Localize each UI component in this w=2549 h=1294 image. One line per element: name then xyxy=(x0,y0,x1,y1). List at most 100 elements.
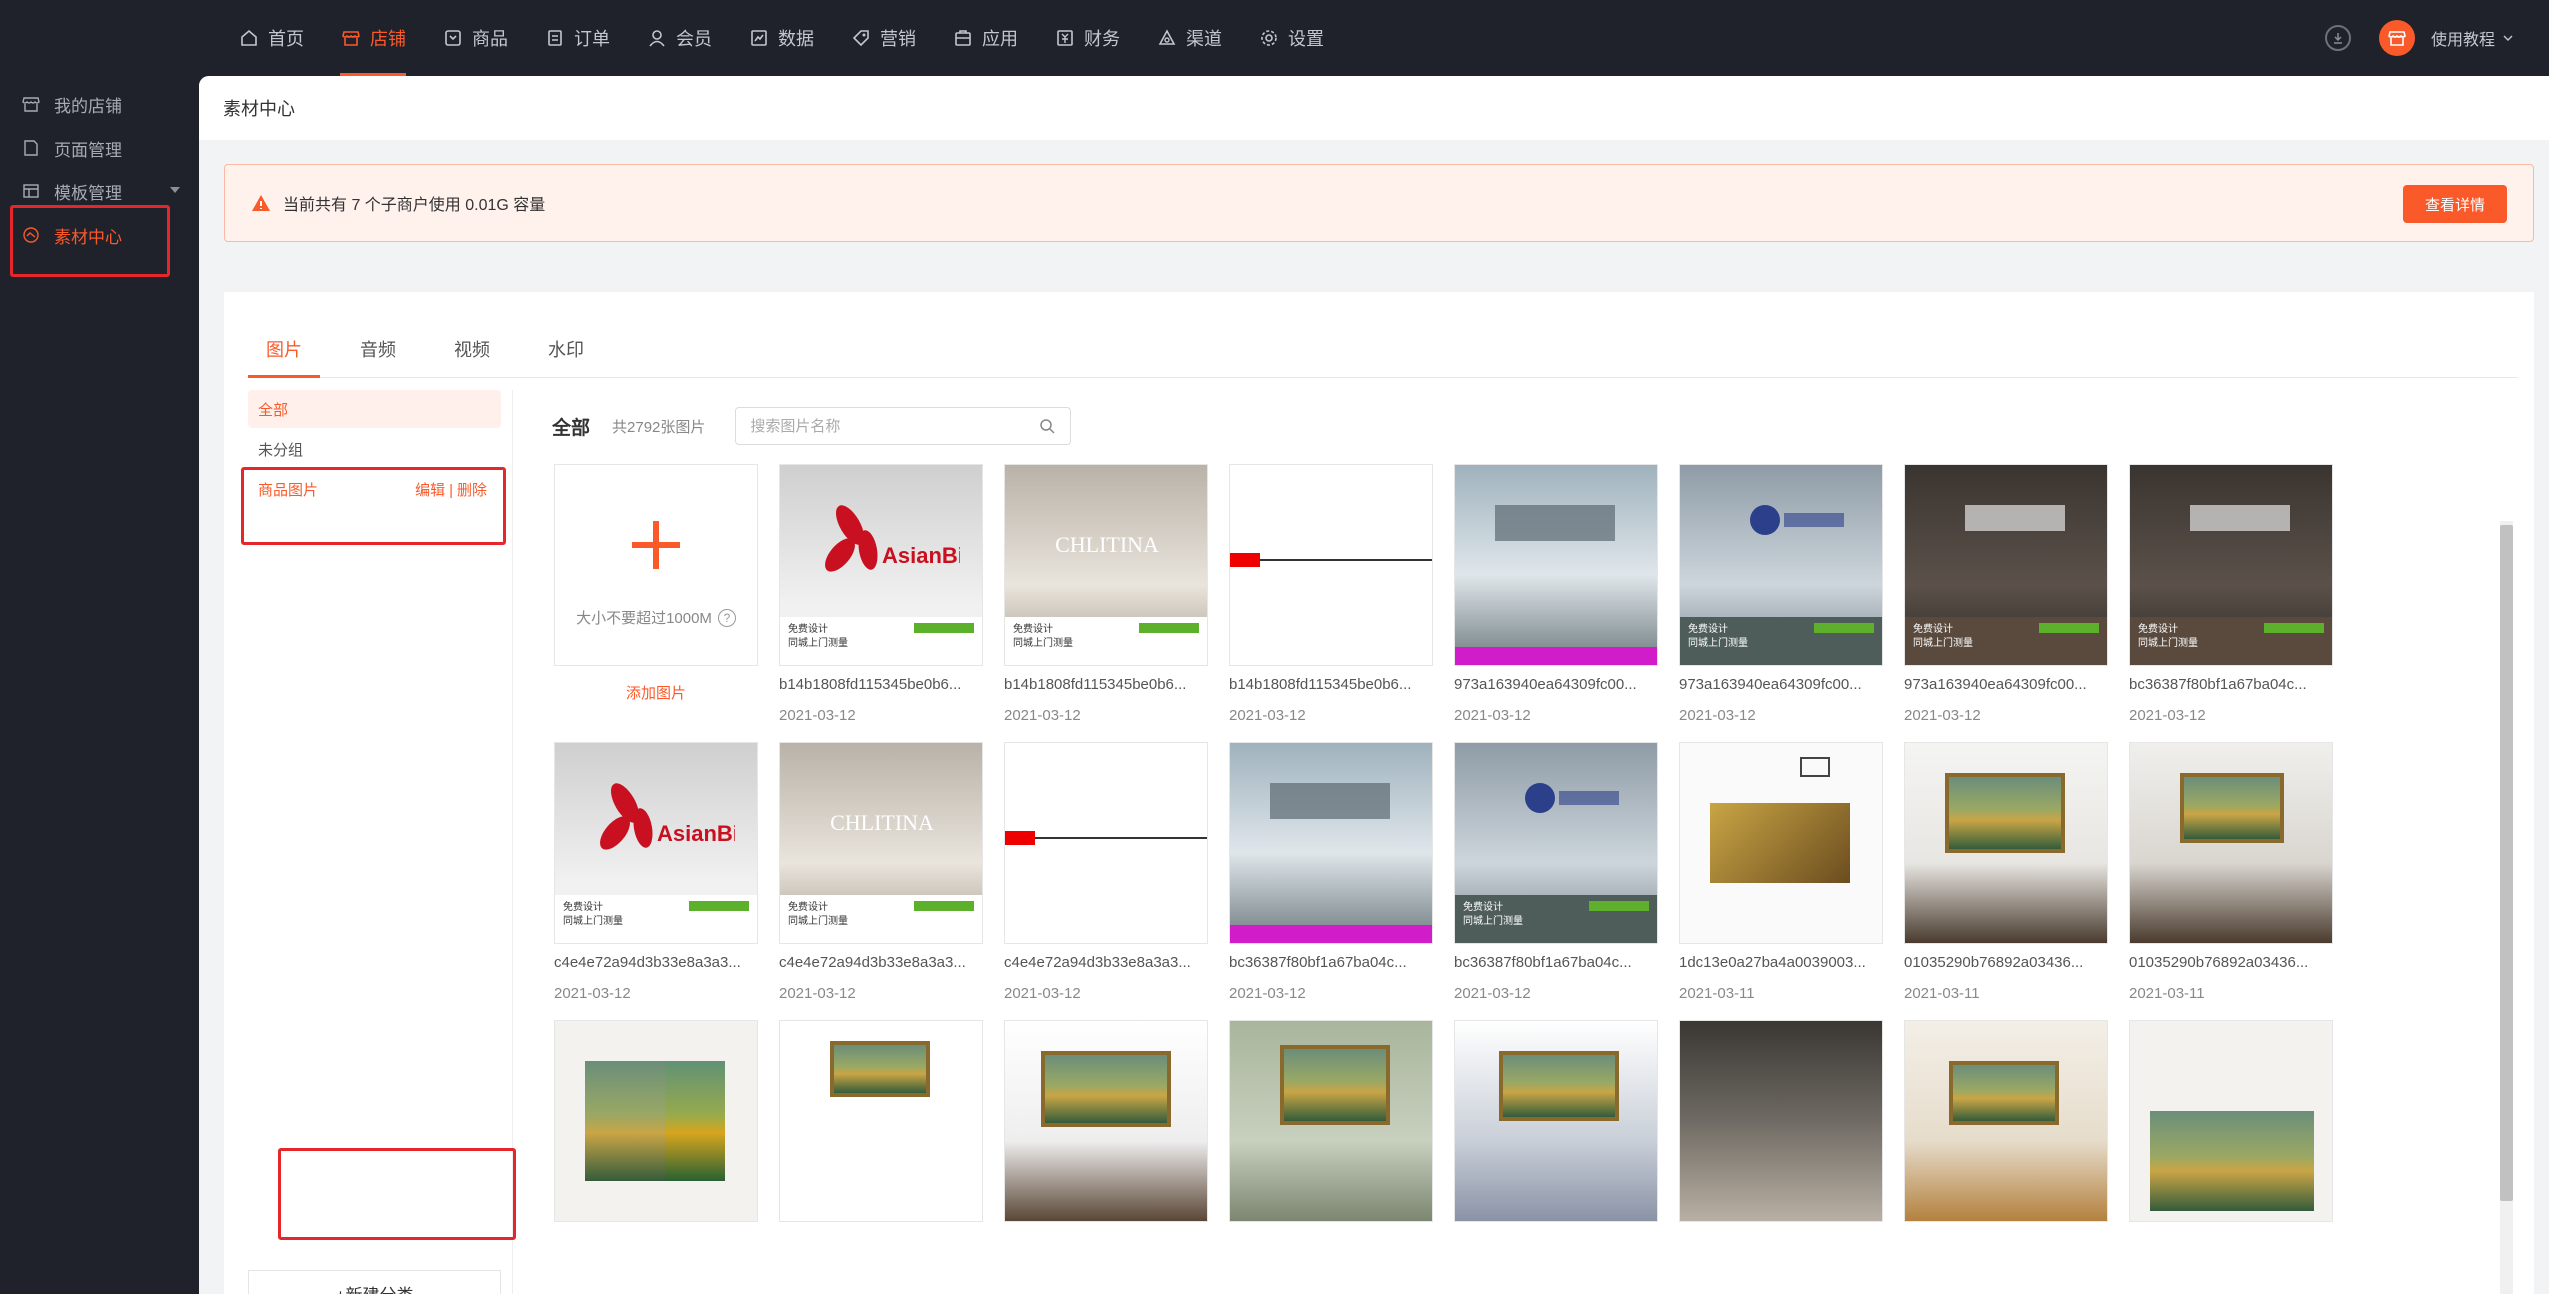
delete-group-link[interactable]: 删除 xyxy=(457,482,487,499)
image-card[interactable] xyxy=(1904,1020,2108,1222)
image-count: 共2792张图片 xyxy=(612,418,706,436)
help-icon[interactable]: ? xyxy=(717,608,736,627)
view-details-button[interactable]: 查看详情 xyxy=(2403,185,2507,223)
image-thumbnail[interactable]: CHLITINA 免费设计 同城上门测量 xyxy=(779,742,983,944)
image-thumbnail[interactable] xyxy=(1679,742,1883,944)
group-item-product-images[interactable]: 商品图片 编辑 | 删除 xyxy=(248,470,501,508)
nav-finance[interactable]: 财务 xyxy=(1048,0,1138,76)
sidebar-item-material-center[interactable]: 素材中心 xyxy=(22,220,172,250)
image-thumbnail[interactable] xyxy=(2129,1020,2333,1222)
image-thumbnail[interactable] xyxy=(1904,742,2108,944)
image-card[interactable]: 免费设计 同城上门测量 bc36387f80bf1a67ba04c... 2021… xyxy=(1454,742,1658,1002)
image-name: c4e4e72a94d3b33e8a3a3... xyxy=(554,954,741,971)
alert-text: 当前共有 7 个子商户使用 0.01G 容量 xyxy=(283,197,546,214)
nav-data[interactable]: 数据 xyxy=(742,0,832,76)
image-card[interactable] xyxy=(779,1020,983,1222)
sidebar-item-my-store[interactable]: 我的店铺 xyxy=(22,89,172,119)
image-card[interactable]: CHLITINA 免费设计 同城上门测量 c4e4e72a94d3b33e8a3a… xyxy=(779,742,983,1002)
search-box xyxy=(735,407,1072,445)
image-card[interactable]: c4e4e72a94d3b33e8a3a3... 2021-03-12 xyxy=(1004,742,1208,1002)
tab-images[interactable]: 图片 xyxy=(248,322,320,378)
nav-goods[interactable]: 商品 xyxy=(436,0,526,76)
avatar[interactable] xyxy=(2378,20,2415,56)
scrollbar-thumb[interactable] xyxy=(2500,525,2513,1201)
data-icon xyxy=(748,27,770,49)
image-card[interactable] xyxy=(2129,1020,2333,1222)
nav-member[interactable]: 会员 xyxy=(640,0,730,76)
image-thumbnail[interactable] xyxy=(1004,1020,1208,1222)
image-thumbnail[interactable] xyxy=(1229,1020,1433,1222)
image-thumbnail[interactable]: AsianBiz 免费设计同城上门测量 xyxy=(779,464,983,666)
image-thumbnail[interactable]: 免费设计 同城上门测量 xyxy=(2129,464,2333,666)
svg-text:AsianBiz: AsianBiz xyxy=(882,543,960,568)
image-thumbnail[interactable] xyxy=(1454,464,1658,666)
nav-settings[interactable]: 设置 xyxy=(1252,0,1342,76)
image-date: 2021-03-12 xyxy=(1904,707,1981,724)
image-date: 2021-03-12 xyxy=(1229,707,1306,724)
image-thumbnail[interactable]: AsianBiz 免费设计同城上门测量 xyxy=(554,742,758,944)
group-item-ungrouped[interactable]: 未分组 xyxy=(248,430,501,468)
image-card[interactable] xyxy=(1454,1020,1658,1222)
image-thumbnail[interactable]: CHLITINA 免费设计 同城上门测量 xyxy=(1004,464,1208,666)
image-date: 2021-03-12 xyxy=(1004,985,1081,1002)
image-card[interactable] xyxy=(554,1020,758,1222)
image-thumbnail[interactable] xyxy=(1229,464,1433,666)
nav-store[interactable]: 店铺 xyxy=(334,0,424,76)
nav-member-label: 会员 xyxy=(676,29,712,49)
image-thumbnail[interactable] xyxy=(2129,742,2333,944)
image-card[interactable]: 1dc13e0a27ba4a0039003... 2021-03-11 xyxy=(1679,742,1883,1002)
image-card[interactable]: CHLITINA 免费设计 同城上门测量 b14b1808fd115345be0b… xyxy=(1004,464,1208,724)
nav-order[interactable]: 订单 xyxy=(538,0,628,76)
download-button[interactable] xyxy=(2324,25,2351,51)
help-menu[interactable]: 使用教程 xyxy=(2431,26,2513,50)
image-thumbnail[interactable] xyxy=(779,1020,983,1222)
image-card[interactable]: 01035290b76892a03436... 2021-03-11 xyxy=(1904,742,2108,1002)
image-card[interactable]: b14b1808fd115345be0b6... 2021-03-12 xyxy=(1229,464,1433,724)
image-thumbnail[interactable] xyxy=(1904,1020,2108,1222)
sidebar-item-template-manage[interactable]: 模板管理 xyxy=(22,176,180,206)
image-card[interactable] xyxy=(1229,1020,1433,1222)
image-thumbnail[interactable] xyxy=(1454,1020,1658,1222)
image-card[interactable]: 973a163940ea64309fc00... 2021-03-12 xyxy=(1454,464,1658,724)
sidebar-item-label: 我的店铺 xyxy=(54,96,122,116)
upload-area[interactable]: 大小不要超过1000M ? xyxy=(554,464,758,666)
image-name: bc36387f80bf1a67ba04c... xyxy=(1454,954,1632,971)
tab-video[interactable]: 视频 xyxy=(436,322,508,376)
search-icon[interactable] xyxy=(1038,417,1056,435)
nav-channel[interactable]: 渠道 xyxy=(1150,0,1240,76)
upload-card[interactable]: 大小不要超过1000M ? 添加图片 xyxy=(554,464,758,703)
tab-watermark[interactable]: 水印 xyxy=(530,322,602,376)
scrollbar[interactable] xyxy=(2500,521,2513,1294)
group-label: 全部 xyxy=(258,401,289,419)
nav-marketing[interactable]: 营销 xyxy=(844,0,934,76)
nav-home[interactable]: 首页 xyxy=(232,0,322,76)
image-thumbnail[interactable]: 免费设计 同城上门测量 xyxy=(1904,464,2108,666)
tab-audio[interactable]: 音频 xyxy=(342,322,414,376)
image-card[interactable]: 免费设计 同城上门测量 bc36387f80bf1a67ba04c... 2021… xyxy=(2129,464,2333,724)
image-thumbnail[interactable] xyxy=(1004,742,1208,944)
image-card[interactable] xyxy=(1679,1020,1883,1222)
nav-store-label: 店铺 xyxy=(370,29,406,49)
image-card[interactable]: 免费设计 同城上门测量 973a163940ea64309fc00... 2021… xyxy=(1904,464,2108,724)
group-item-all[interactable]: 全部 xyxy=(248,390,501,428)
image-card[interactable] xyxy=(1004,1020,1208,1222)
group-list: 全部 未分组 商品图片 编辑|删除 +新建分类 xyxy=(248,390,513,1294)
edit-group-link[interactable]: 编辑 xyxy=(415,482,445,499)
image-thumbnail[interactable] xyxy=(1229,742,1433,944)
image-thumbnail[interactable]: 免费设计 同城上门测量 xyxy=(1679,464,1883,666)
image-card[interactable]: AsianBiz 免费设计同城上门测量 c4e4e72a94d3b33e8a3a… xyxy=(554,742,758,1002)
nav-app[interactable]: 应用 xyxy=(946,0,1036,76)
image-card[interactable]: 免费设计 同城上门测量 973a163940ea64309fc00... 2021… xyxy=(1679,464,1883,724)
image-card[interactable]: AsianBiz 免费设计同城上门测量 b14b1808fd115345be0b… xyxy=(779,464,983,724)
search-input[interactable] xyxy=(750,417,1031,435)
add-image-link[interactable]: 添加图片 xyxy=(554,682,758,703)
sidebar-item-page-manage[interactable]: 页面管理 xyxy=(22,133,172,163)
nav-marketing-label: 营销 xyxy=(880,29,916,49)
image-thumbnail[interactable] xyxy=(554,1020,758,1222)
image-card[interactable]: bc36387f80bf1a67ba04c... 2021-03-12 xyxy=(1229,742,1433,1002)
group-ops: 编辑 | 删除 xyxy=(415,479,487,500)
image-card[interactable]: 01035290b76892a03436... 2021-03-11 xyxy=(2129,742,2333,1002)
image-thumbnail[interactable] xyxy=(1679,1020,1883,1222)
image-thumbnail[interactable]: 免费设计 同城上门测量 xyxy=(1454,742,1658,944)
new-category-button[interactable]: +新建分类 xyxy=(248,1270,501,1294)
